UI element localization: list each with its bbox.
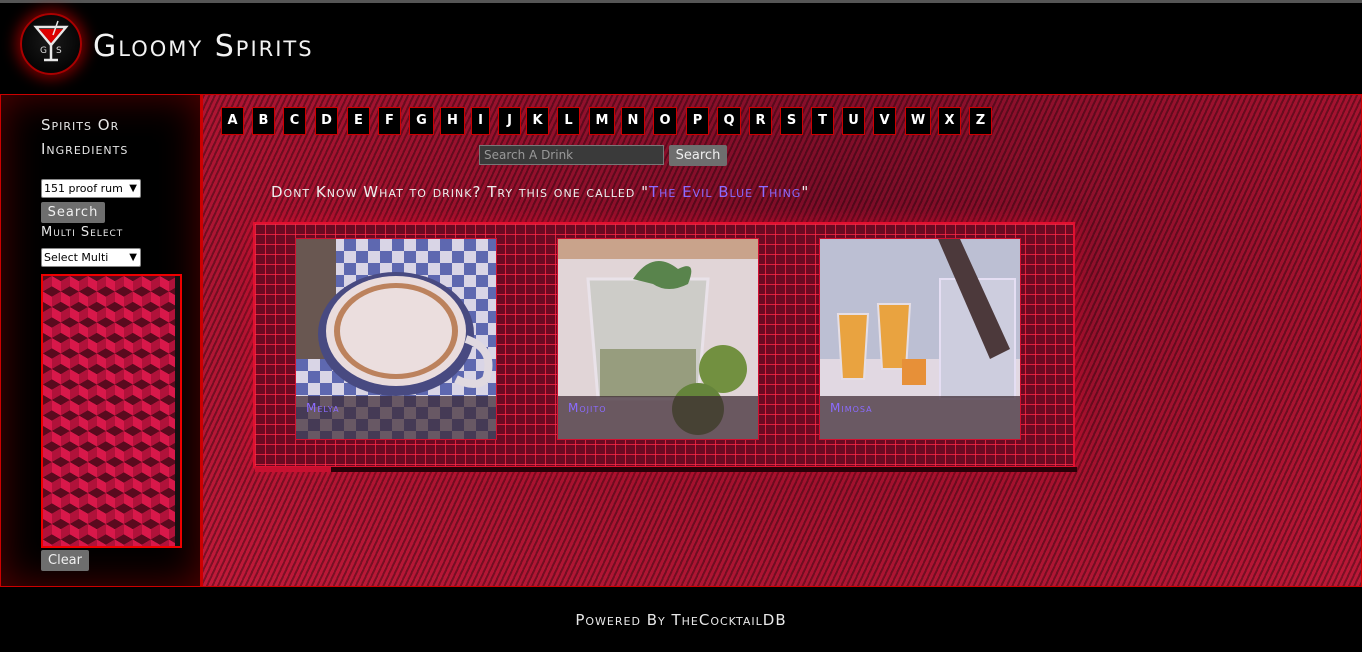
letter-button-t[interactable]: T <box>811 107 834 135</box>
letter-button-s[interactable]: S <box>780 107 803 135</box>
martini-glass-icon <box>33 20 69 62</box>
letter-button-f[interactable]: F <box>378 107 401 135</box>
spirit-select[interactable]: 151 proof rum ▼ <box>41 179 141 198</box>
multi-select[interactable]: Select Multi ▼ <box>41 248 141 267</box>
carousel-scrollbar[interactable] <box>255 467 1077 472</box>
letter-button-w[interactable]: W <box>905 107 931 135</box>
site-footer: Powered By TheCocktailDB <box>0 587 1362 652</box>
main-content: ABCDEFGHIJKLMNOPQRSTUVWXZ Search Dont Kn… <box>202 94 1362 587</box>
letter-button-r[interactable]: R <box>749 107 772 135</box>
letter-button-h[interactable]: H <box>440 107 465 135</box>
letter-button-l[interactable]: L <box>557 107 580 135</box>
drink-name: Melya <box>306 401 340 415</box>
drink-card[interactable]: Melya <box>295 238 497 440</box>
spirit-select-value: 151 proof rum <box>44 182 123 195</box>
multi-select-value: Select Multi <box>44 251 109 264</box>
letter-button-q[interactable]: Q <box>717 107 741 135</box>
letter-button-k[interactable]: K <box>526 107 549 135</box>
letter-button-b[interactable]: B <box>252 107 275 135</box>
sidebar-search-button[interactable]: Search <box>41 202 105 223</box>
letter-button-a[interactable]: A <box>221 107 244 135</box>
letter-button-p[interactable]: P <box>686 107 709 135</box>
letter-button-x[interactable]: X <box>938 107 961 135</box>
footer-credit: Powered By TheCocktailDB <box>575 611 787 629</box>
site-header: G S Gloomy Spirits <box>0 3 1362 94</box>
letter-button-e[interactable]: E <box>347 107 370 135</box>
drink-suggestion: Dont Know What to drink? Try this one ca… <box>271 183 809 201</box>
letter-button-i[interactable]: I <box>471 107 490 135</box>
suggested-drink-link[interactable]: The Evil Blue Thing <box>649 183 801 201</box>
drink-card-caption: Mimosa <box>820 396 1020 439</box>
site-title: Gloomy Spirits <box>93 29 314 64</box>
letter-button-u[interactable]: U <box>842 107 865 135</box>
letter-button-g[interactable]: G <box>409 107 434 135</box>
letter-button-o[interactable]: O <box>653 107 677 135</box>
letter-button-z[interactable]: Z <box>969 107 992 135</box>
ingredient-list[interactable] <box>41 274 182 548</box>
drink-name: Mimosa <box>830 401 873 415</box>
drink-card[interactable]: Mojito <box>557 238 759 440</box>
carousel-scroll-thumb[interactable] <box>255 467 331 472</box>
letter-button-v[interactable]: V <box>873 107 896 135</box>
chevron-down-icon: ▼ <box>129 183 137 194</box>
drink-search-input[interactable] <box>479 145 664 165</box>
drink-card[interactable]: Mimosa <box>819 238 1021 440</box>
chevron-down-icon: ▼ <box>129 252 137 263</box>
drink-carousel: Melya Mojito Mimosa <box>253 222 1077 472</box>
letter-button-n[interactable]: N <box>621 107 645 135</box>
drink-card-caption: Melya <box>296 396 496 439</box>
drink-search-button[interactable]: Search <box>669 145 727 166</box>
logo-letter-g: G <box>40 46 47 56</box>
suggestion-close-quote: " <box>801 183 810 201</box>
logo[interactable]: G S <box>20 13 82 75</box>
logo-letter-s: S <box>56 46 62 56</box>
drink-card-caption: Mojito <box>558 396 758 439</box>
sidebar-heading: Spirits Or Ingredients <box>41 116 129 158</box>
letter-button-j[interactable]: J <box>498 107 521 135</box>
ingredient-scrollbar[interactable] <box>175 276 180 546</box>
suggestion-open-quote: " <box>641 183 649 201</box>
suggestion-prefix: Dont Know What to drink? Try this one ca… <box>271 183 642 201</box>
multi-select-label: Multi Select <box>41 225 124 240</box>
letter-button-m[interactable]: M <box>589 107 615 135</box>
letter-button-d[interactable]: D <box>315 107 338 135</box>
clear-button[interactable]: Clear <box>41 550 89 571</box>
drink-name: Mojito <box>568 401 607 415</box>
letter-button-c[interactable]: C <box>283 107 306 135</box>
sidebar: Spirits Or Ingredients 151 proof rum ▼ S… <box>0 94 202 587</box>
